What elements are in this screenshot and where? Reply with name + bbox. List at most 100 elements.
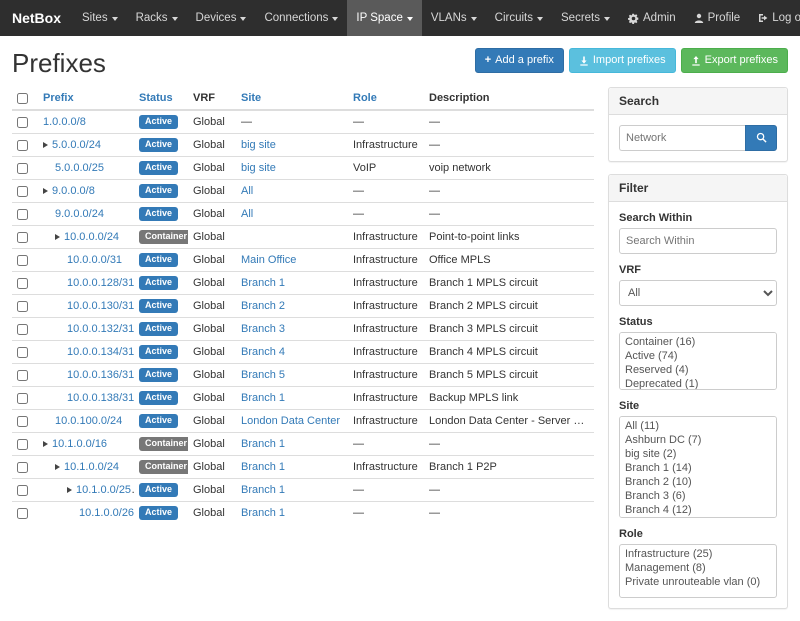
site-link[interactable]: Branch 1 [241,438,285,450]
prefix-link[interactable]: 9.0.0.0/8 [52,185,95,197]
prefix-link[interactable]: 10.1.0.0/24 [64,461,119,473]
site-link[interactable]: Branch 1 [241,277,285,289]
row-checkbox[interactable] [17,232,28,243]
prefix-link[interactable]: 10.0.0.0/31 [67,254,122,266]
row-checkbox[interactable] [17,508,28,519]
expand-icon[interactable] [43,142,48,148]
col-header-prefix[interactable]: Prefix [38,87,134,110]
export-prefixes-button[interactable]: Export prefixes [681,48,788,73]
nav-item-admin[interactable]: Admin [619,0,685,36]
prefix-link[interactable]: 10.0.0.134/31 [67,346,134,358]
row-checkbox[interactable] [17,278,28,289]
prefix-link[interactable]: 10.0.0.130/31 [67,300,134,312]
expand-icon[interactable] [43,188,48,194]
prefix-link[interactable]: 5.0.0.0/25 [55,162,104,174]
expand-icon[interactable] [43,441,48,447]
nav-item-devices[interactable]: Devices [187,0,256,36]
prefix-link[interactable]: 10.0.0.136/31 [67,369,134,381]
nav-item-sites[interactable]: Sites [73,0,127,36]
role-select[interactable]: Infrastructure (25)Management (8)Private… [619,544,777,598]
site-link[interactable]: Main Office [241,254,296,266]
row-checkbox[interactable] [17,439,28,450]
prefix-link[interactable]: 10.0.0.138/31 [67,392,134,404]
row-checkbox[interactable] [17,301,28,312]
row-checkbox[interactable] [17,485,28,496]
nav-item-connections[interactable]: Connections [255,0,347,36]
select-option[interactable]: Branch 3 (6) [622,489,774,503]
select-option[interactable]: big site (2) [622,447,774,461]
nav-item-racks[interactable]: Racks [127,0,187,36]
select-all-checkbox[interactable] [17,93,28,104]
expand-icon[interactable] [55,464,60,470]
row-checkbox[interactable] [17,416,28,427]
nav-item-secrets[interactable]: Secrets [552,0,619,36]
site-link[interactable]: Branch 1 [241,392,285,404]
prefix-link[interactable]: 1.0.0.0/8 [43,116,86,128]
search-input[interactable] [619,125,745,151]
prefix-link[interactable]: 9.0.0.0/24 [55,208,104,220]
nav-item-circuits[interactable]: Circuits [486,0,552,36]
site-link[interactable]: All [241,185,253,197]
select-option[interactable]: Management (8) [622,561,774,575]
expand-icon[interactable] [55,234,60,240]
nav-item-profile[interactable]: Profile [685,0,750,36]
site-link[interactable]: All [241,208,253,220]
row-checkbox[interactable] [17,370,28,381]
row-checkbox[interactable] [17,163,28,174]
site-link[interactable]: London Data Center [241,415,340,427]
site-link[interactable]: Branch 2 [241,300,285,312]
vrf-select[interactable]: All [619,280,777,306]
select-option[interactable]: Ashburn DC (7) [622,433,774,447]
row-checkbox[interactable] [17,209,28,220]
row-checkbox[interactable] [17,255,28,266]
select-option[interactable]: Deprecated (1) [622,377,774,390]
site-link[interactable]: Branch 1 [241,507,285,519]
prefix-link[interactable]: 10.1.0.0/16 [52,438,107,450]
prefix-link[interactable]: 10.1.0.0/26 [79,507,134,519]
col-header-site[interactable]: Site [236,87,348,110]
add-prefix-button[interactable]: + Add a prefix [475,48,564,73]
search-button[interactable] [745,125,777,151]
prefix-link[interactable]: 10.0.0.0/24 [64,231,119,243]
search-within-input[interactable] [619,228,777,254]
row-checkbox[interactable] [17,117,28,128]
col-header-role[interactable]: Role [348,87,424,110]
select-option[interactable]: Active (74) [622,349,774,363]
prefix-link[interactable]: 10.0.0.128/31 [67,277,134,289]
site-link[interactable]: big site [241,162,276,174]
brand-link[interactable]: NetBox [8,0,73,36]
prefix-link[interactable]: 5.0.0.0/24 [52,139,101,151]
site-link[interactable]: Branch 1 [241,484,285,496]
select-option[interactable]: Branch 4 (12) [622,503,774,517]
row-checkbox[interactable] [17,393,28,404]
nav-item-logout[interactable]: Log out [749,0,800,36]
site-link[interactable]: Branch 1 [241,461,285,473]
select-option[interactable]: Reserved (4) [622,363,774,377]
select-option[interactable]: Branch 5 (7) [622,517,774,518]
select-option[interactable]: Infrastructure (25) [622,547,774,561]
site-link[interactable]: Branch 3 [241,323,285,335]
select-option[interactable]: All (11) [622,419,774,433]
prefix-link[interactable]: 10.0.100.0/24 [55,415,122,427]
import-prefixes-button[interactable]: Import prefixes [569,48,676,73]
row-checkbox[interactable] [17,186,28,197]
row-checkbox[interactable] [17,140,28,151]
expand-icon[interactable] [67,487,72,493]
nav-item-ip-space[interactable]: IP Space [347,0,421,36]
row-checkbox[interactable] [17,347,28,358]
select-option[interactable]: Private unrouteable vlan (0) [622,575,774,589]
site-link[interactable]: Branch 4 [241,346,285,358]
site-select[interactable]: All (11)Ashburn DC (7)big site (2)Branch… [619,416,777,518]
prefix-link[interactable]: 10.1.0.0/25 [76,484,131,496]
site-link[interactable]: big site [241,139,276,151]
site-link[interactable]: Branch 5 [241,369,285,381]
row-checkbox[interactable] [17,462,28,473]
nav-item-vlans[interactable]: VLANs [422,0,486,36]
row-checkbox[interactable] [17,324,28,335]
prefix-link[interactable]: 10.0.0.132/31 [67,323,134,335]
select-option[interactable]: Container (16) [622,335,774,349]
select-option[interactable]: Branch 2 (10) [622,475,774,489]
status-select[interactable]: Container (16)Active (74)Reserved (4)Dep… [619,332,777,390]
col-header-status[interactable]: Status [134,87,188,110]
select-option[interactable]: Branch 1 (14) [622,461,774,475]
